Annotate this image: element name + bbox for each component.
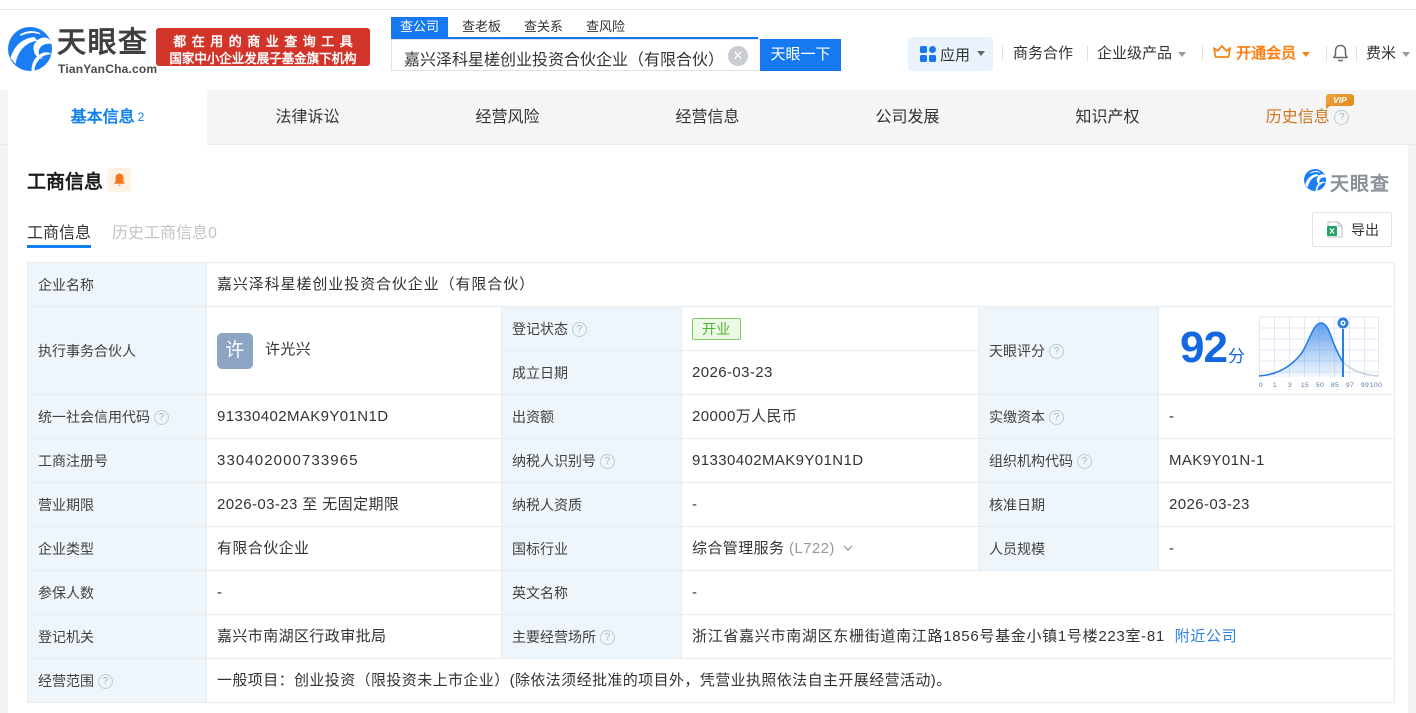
svg-text:1: 1 <box>1273 382 1277 389</box>
svg-text:0: 0 <box>1259 382 1263 389</box>
svg-text:15: 15 <box>1301 382 1309 389</box>
svg-text:85: 85 <box>1331 382 1339 389</box>
svg-text:3: 3 <box>1288 382 1292 389</box>
svg-text:50: 50 <box>1316 382 1324 389</box>
svg-text:99: 99 <box>1361 382 1369 389</box>
svg-text:100: 100 <box>1370 382 1383 389</box>
svg-text:97: 97 <box>1346 382 1354 389</box>
